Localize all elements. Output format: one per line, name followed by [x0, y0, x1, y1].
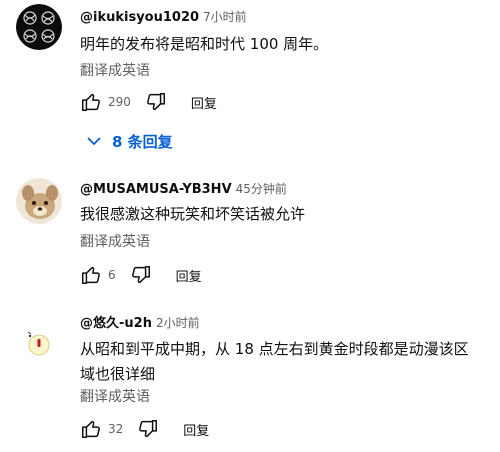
translate-button[interactable]: 翻译成英语	[80, 388, 150, 406]
dislike-icon[interactable]	[137, 418, 159, 440]
comment-header: @MUSAMUSA-YB3HV 45分钟前	[80, 181, 287, 198]
comment-text: 从昭和到平成中期，从 18 点左右到黄金时段都是动漫该区域也很详细	[80, 340, 469, 383]
avatar[interactable]	[16, 178, 62, 224]
timestamp[interactable]: 45分钟前	[236, 182, 287, 196]
like-icon[interactable]	[80, 264, 102, 286]
chevron-down-icon	[84, 131, 104, 151]
like-icon[interactable]	[80, 418, 102, 440]
like-icon[interactable]	[80, 91, 102, 113]
avatar[interactable]	[16, 320, 62, 366]
reply-button[interactable]: 回复	[191, 93, 217, 112]
dislike-icon[interactable]	[130, 264, 152, 286]
comment-actions: 290 回复	[80, 90, 217, 114]
avatar[interactable]	[16, 4, 62, 50]
reply-button[interactable]: 回复	[176, 266, 202, 285]
dislike-icon[interactable]	[145, 91, 167, 113]
timestamp[interactable]: 7小时前	[203, 10, 247, 24]
translate-button[interactable]: 翻译成英语	[80, 233, 150, 251]
author-name[interactable]: @MUSAMUSA-YB3HV	[80, 182, 232, 197]
author-name[interactable]: @悠久-u2h	[80, 316, 152, 331]
like-count: 6	[108, 268, 116, 282]
timestamp[interactable]: 2小时前	[156, 316, 200, 330]
comment-text: 我很感激这种玩笑和坏笑话被允许	[80, 205, 306, 223]
comment-header: @悠久-u2h 2小时前	[80, 315, 200, 332]
translate-button[interactable]: 翻译成英语	[80, 62, 150, 80]
replies-count-label: 8 条回复	[112, 132, 173, 151]
comment-text: 明年的发布将是昭和时代 100 周年。	[80, 35, 329, 53]
reply-button[interactable]: 回复	[183, 420, 209, 439]
comment-header: @ikukisyou1020 7小时前	[80, 9, 247, 26]
comment-actions: 32 回复	[80, 417, 209, 441]
comment-actions: 6 回复	[80, 263, 202, 287]
replies-toggle[interactable]: 8 条回复	[80, 129, 173, 153]
author-name[interactable]: @ikukisyou1020	[80, 10, 199, 25]
like-count: 32	[108, 422, 124, 436]
like-count: 290	[108, 95, 131, 109]
